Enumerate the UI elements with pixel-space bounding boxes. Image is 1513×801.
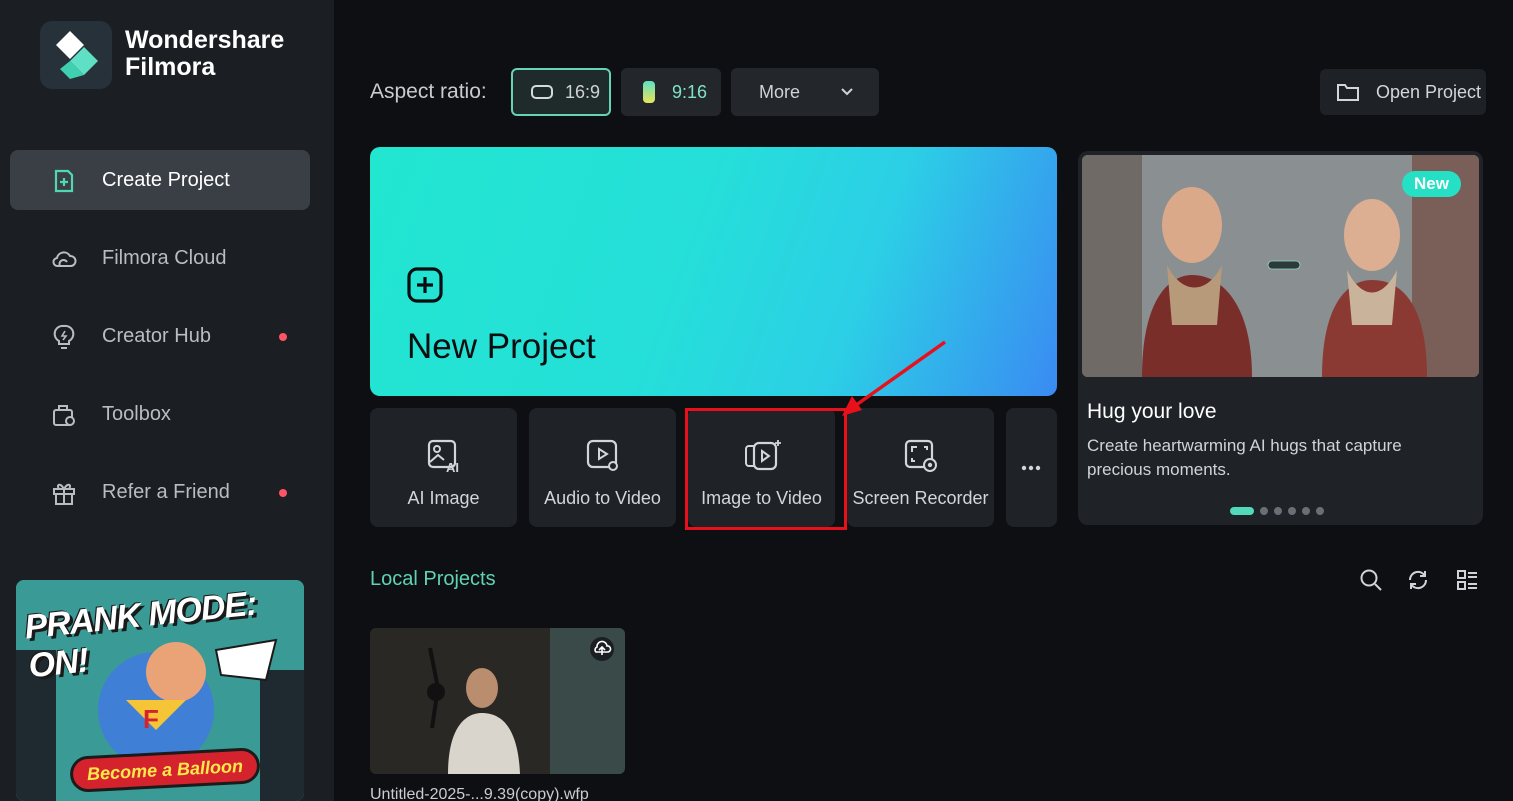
sidebar-item-refer-a-friend[interactable]: Refer a Friend bbox=[10, 462, 310, 522]
carousel-dot[interactable] bbox=[1302, 507, 1310, 515]
lightbulb-icon bbox=[53, 324, 75, 349]
project-name: Untitled-2025-...9.39(copy).wfp bbox=[370, 786, 589, 801]
sidebar-item-label: Create Project bbox=[102, 168, 230, 191]
sidebar-item-label: Filmora Cloud bbox=[102, 246, 227, 269]
carousel-dot-active[interactable] bbox=[1230, 507, 1254, 515]
add-icon bbox=[407, 267, 443, 303]
aspect-9-16-button[interactable]: 9:16 bbox=[621, 68, 721, 116]
tool-ai-image[interactable]: AI AI Image bbox=[370, 408, 517, 527]
cloud-icon bbox=[52, 251, 77, 267]
notification-dot bbox=[279, 333, 287, 341]
new-project-card[interactable]: New Project bbox=[370, 147, 1057, 396]
carousel-dots[interactable] bbox=[1230, 507, 1324, 515]
more-aspect-dropdown[interactable]: More bbox=[731, 68, 879, 116]
filmora-logo bbox=[40, 21, 112, 89]
notification-dot bbox=[279, 489, 287, 497]
sidebar: Wondershare Filmora Create Project Filmo… bbox=[0, 0, 334, 801]
more-horizontal-icon bbox=[1021, 465, 1041, 471]
create-project-icon bbox=[54, 169, 74, 193]
promo-banner[interactable]: F PRANK MODE: ON! Become a Balloon bbox=[16, 580, 304, 801]
view-toggle-icon[interactable] bbox=[1455, 568, 1479, 592]
audio-to-video-icon bbox=[586, 439, 618, 471]
sidebar-item-label: Refer a Friend bbox=[102, 480, 230, 503]
aspect-ratio-label: Aspect ratio: bbox=[370, 80, 487, 103]
sidebar-item-label: Creator Hub bbox=[102, 324, 211, 347]
feature-card[interactable]: New Hug your love Create heartwarming AI… bbox=[1078, 151, 1483, 525]
tool-label: AI Image bbox=[407, 488, 480, 508]
cloud-upload-icon[interactable] bbox=[589, 636, 615, 662]
carousel-dot[interactable] bbox=[1274, 507, 1282, 515]
sidebar-item-toolbox[interactable]: Toolbox bbox=[10, 384, 310, 444]
landscape-icon bbox=[531, 85, 553, 99]
aspect-16-9-label: 16:9 bbox=[565, 81, 601, 102]
new-badge: New bbox=[1402, 171, 1461, 197]
more-tools-button[interactable] bbox=[1006, 408, 1057, 527]
svg-text:AI: AI bbox=[446, 460, 459, 474]
more-label: More bbox=[759, 81, 801, 102]
svg-text:F: F bbox=[143, 704, 159, 734]
folder-icon bbox=[1337, 84, 1359, 101]
project-thumbnail[interactable] bbox=[370, 628, 625, 774]
open-project-button[interactable]: Open Project bbox=[1320, 69, 1486, 115]
sidebar-item-filmora-cloud[interactable]: Filmora Cloud bbox=[10, 228, 310, 288]
search-icon[interactable] bbox=[1359, 568, 1383, 592]
ai-image-icon: AI bbox=[427, 439, 459, 474]
gift-icon bbox=[53, 483, 75, 505]
feature-title: Hug your love bbox=[1087, 400, 1217, 423]
feature-image: New bbox=[1082, 155, 1479, 377]
sidebar-item-creator-hub[interactable]: Creator Hub bbox=[10, 306, 310, 366]
toolbox-icon bbox=[53, 405, 75, 426]
sidebar-item-label: Toolbox bbox=[102, 402, 171, 425]
brand-name: Wondershare Filmora bbox=[125, 26, 285, 81]
local-projects-title: Local Projects bbox=[370, 568, 496, 590]
carousel-dot[interactable] bbox=[1288, 507, 1296, 515]
open-project-label: Open Project bbox=[1376, 81, 1482, 102]
tool-audio-to-video[interactable]: Audio to Video bbox=[529, 408, 676, 527]
highlight-box bbox=[685, 408, 847, 530]
carousel-dot[interactable] bbox=[1260, 507, 1268, 515]
portrait-icon bbox=[643, 81, 655, 103]
project-preview-image bbox=[370, 628, 625, 774]
tool-label: Screen Recorder bbox=[852, 488, 989, 508]
aspect-9-16-label: 9:16 bbox=[672, 81, 708, 102]
aspect-16-9-button[interactable]: 16:9 bbox=[511, 68, 611, 116]
refresh-icon[interactable] bbox=[1406, 568, 1430, 592]
carousel-dot[interactable] bbox=[1316, 507, 1324, 515]
sidebar-item-create-project[interactable]: Create Project bbox=[10, 150, 310, 210]
tool-label: Audio to Video bbox=[544, 488, 661, 508]
chevron-down-icon bbox=[841, 88, 853, 96]
feature-description: Create heartwarming AI hugs that capture… bbox=[1087, 436, 1402, 479]
tool-screen-recorder[interactable]: Screen Recorder bbox=[847, 408, 994, 527]
screen-recorder-icon bbox=[904, 439, 937, 472]
new-project-title: New Project bbox=[407, 327, 596, 366]
